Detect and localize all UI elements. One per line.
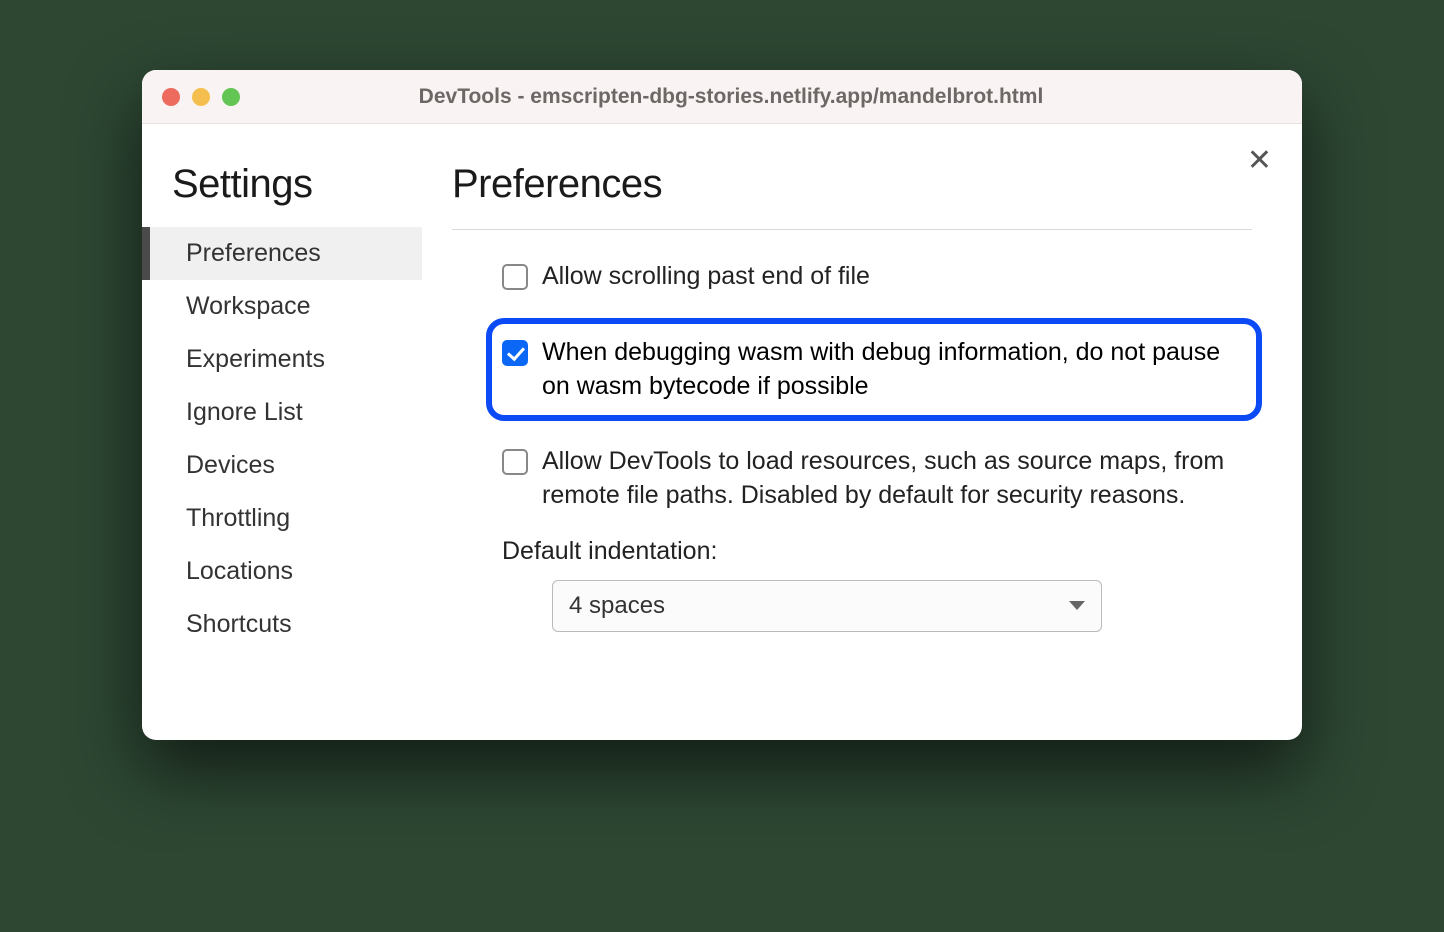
sidebar-item-label: Ignore List bbox=[186, 398, 303, 426]
window-close-button[interactable] bbox=[162, 88, 180, 106]
close-icon[interactable]: ✕ bbox=[1247, 146, 1272, 176]
sidebar-item-workspace[interactable]: Workspace bbox=[172, 280, 422, 333]
sidebar-item-label: Throttling bbox=[186, 504, 290, 532]
checkbox-icon[interactable] bbox=[502, 340, 528, 366]
sidebar-item-label: Shortcuts bbox=[186, 610, 292, 638]
sidebar-title: Settings bbox=[172, 162, 422, 207]
sidebar-item-shortcuts[interactable]: Shortcuts bbox=[172, 598, 422, 651]
checkbox-icon[interactable] bbox=[502, 264, 528, 290]
option-allow-remote-file-paths[interactable]: Allow DevTools to load resources, such a… bbox=[502, 445, 1252, 513]
default-indentation-label: Default indentation: bbox=[502, 537, 1252, 566]
sidebar-item-locations[interactable]: Locations bbox=[172, 545, 422, 598]
sidebar-item-preferences[interactable]: Preferences bbox=[142, 227, 422, 280]
settings-sidebar: Settings Preferences Workspace Experimen… bbox=[142, 124, 422, 740]
checkbox-icon[interactable] bbox=[502, 449, 528, 475]
window-zoom-button[interactable] bbox=[222, 88, 240, 106]
sidebar-item-label: Locations bbox=[186, 557, 293, 585]
option-label: Allow DevTools to load resources, such a… bbox=[542, 445, 1252, 513]
sidebar-item-experiments[interactable]: Experiments bbox=[172, 333, 422, 386]
window-title: DevTools - emscripten-dbg-stories.netlif… bbox=[240, 85, 1282, 109]
option-wasm-no-pause-highlighted[interactable]: When debugging wasm with debug informati… bbox=[486, 318, 1262, 422]
default-indentation-select[interactable]: 4 spaces bbox=[552, 580, 1102, 632]
sidebar-item-label: Workspace bbox=[186, 292, 311, 320]
preferences-options: Allow scrolling past end of file When de… bbox=[452, 260, 1252, 632]
chevron-down-icon bbox=[1069, 601, 1085, 610]
divider bbox=[452, 229, 1252, 230]
traffic-lights bbox=[162, 88, 240, 106]
sidebar-item-devices[interactable]: Devices bbox=[172, 439, 422, 492]
sidebar-item-ignore-list[interactable]: Ignore List bbox=[172, 386, 422, 439]
option-label: Allow scrolling past end of file bbox=[542, 260, 870, 294]
panel-title: Preferences bbox=[452, 162, 1252, 207]
sidebar-item-label: Devices bbox=[186, 451, 275, 479]
option-label: When debugging wasm with debug informati… bbox=[542, 336, 1238, 404]
devtools-settings-window: DevTools - emscripten-dbg-stories.netlif… bbox=[142, 70, 1302, 740]
option-allow-scrolling-past-eof[interactable]: Allow scrolling past end of file bbox=[502, 260, 1252, 294]
select-value: 4 spaces bbox=[569, 592, 665, 620]
sidebar-item-label: Experiments bbox=[186, 345, 325, 373]
sidebar-list: Preferences Workspace Experiments Ignore… bbox=[172, 227, 422, 651]
sidebar-item-throttling[interactable]: Throttling bbox=[172, 492, 422, 545]
preferences-panel: Preferences Allow scrolling past end of … bbox=[422, 124, 1302, 740]
settings-content: ✕ Settings Preferences Workspace Experim… bbox=[142, 124, 1302, 740]
sidebar-item-label: Preferences bbox=[186, 239, 321, 267]
window-titlebar: DevTools - emscripten-dbg-stories.netlif… bbox=[142, 70, 1302, 124]
window-minimize-button[interactable] bbox=[192, 88, 210, 106]
